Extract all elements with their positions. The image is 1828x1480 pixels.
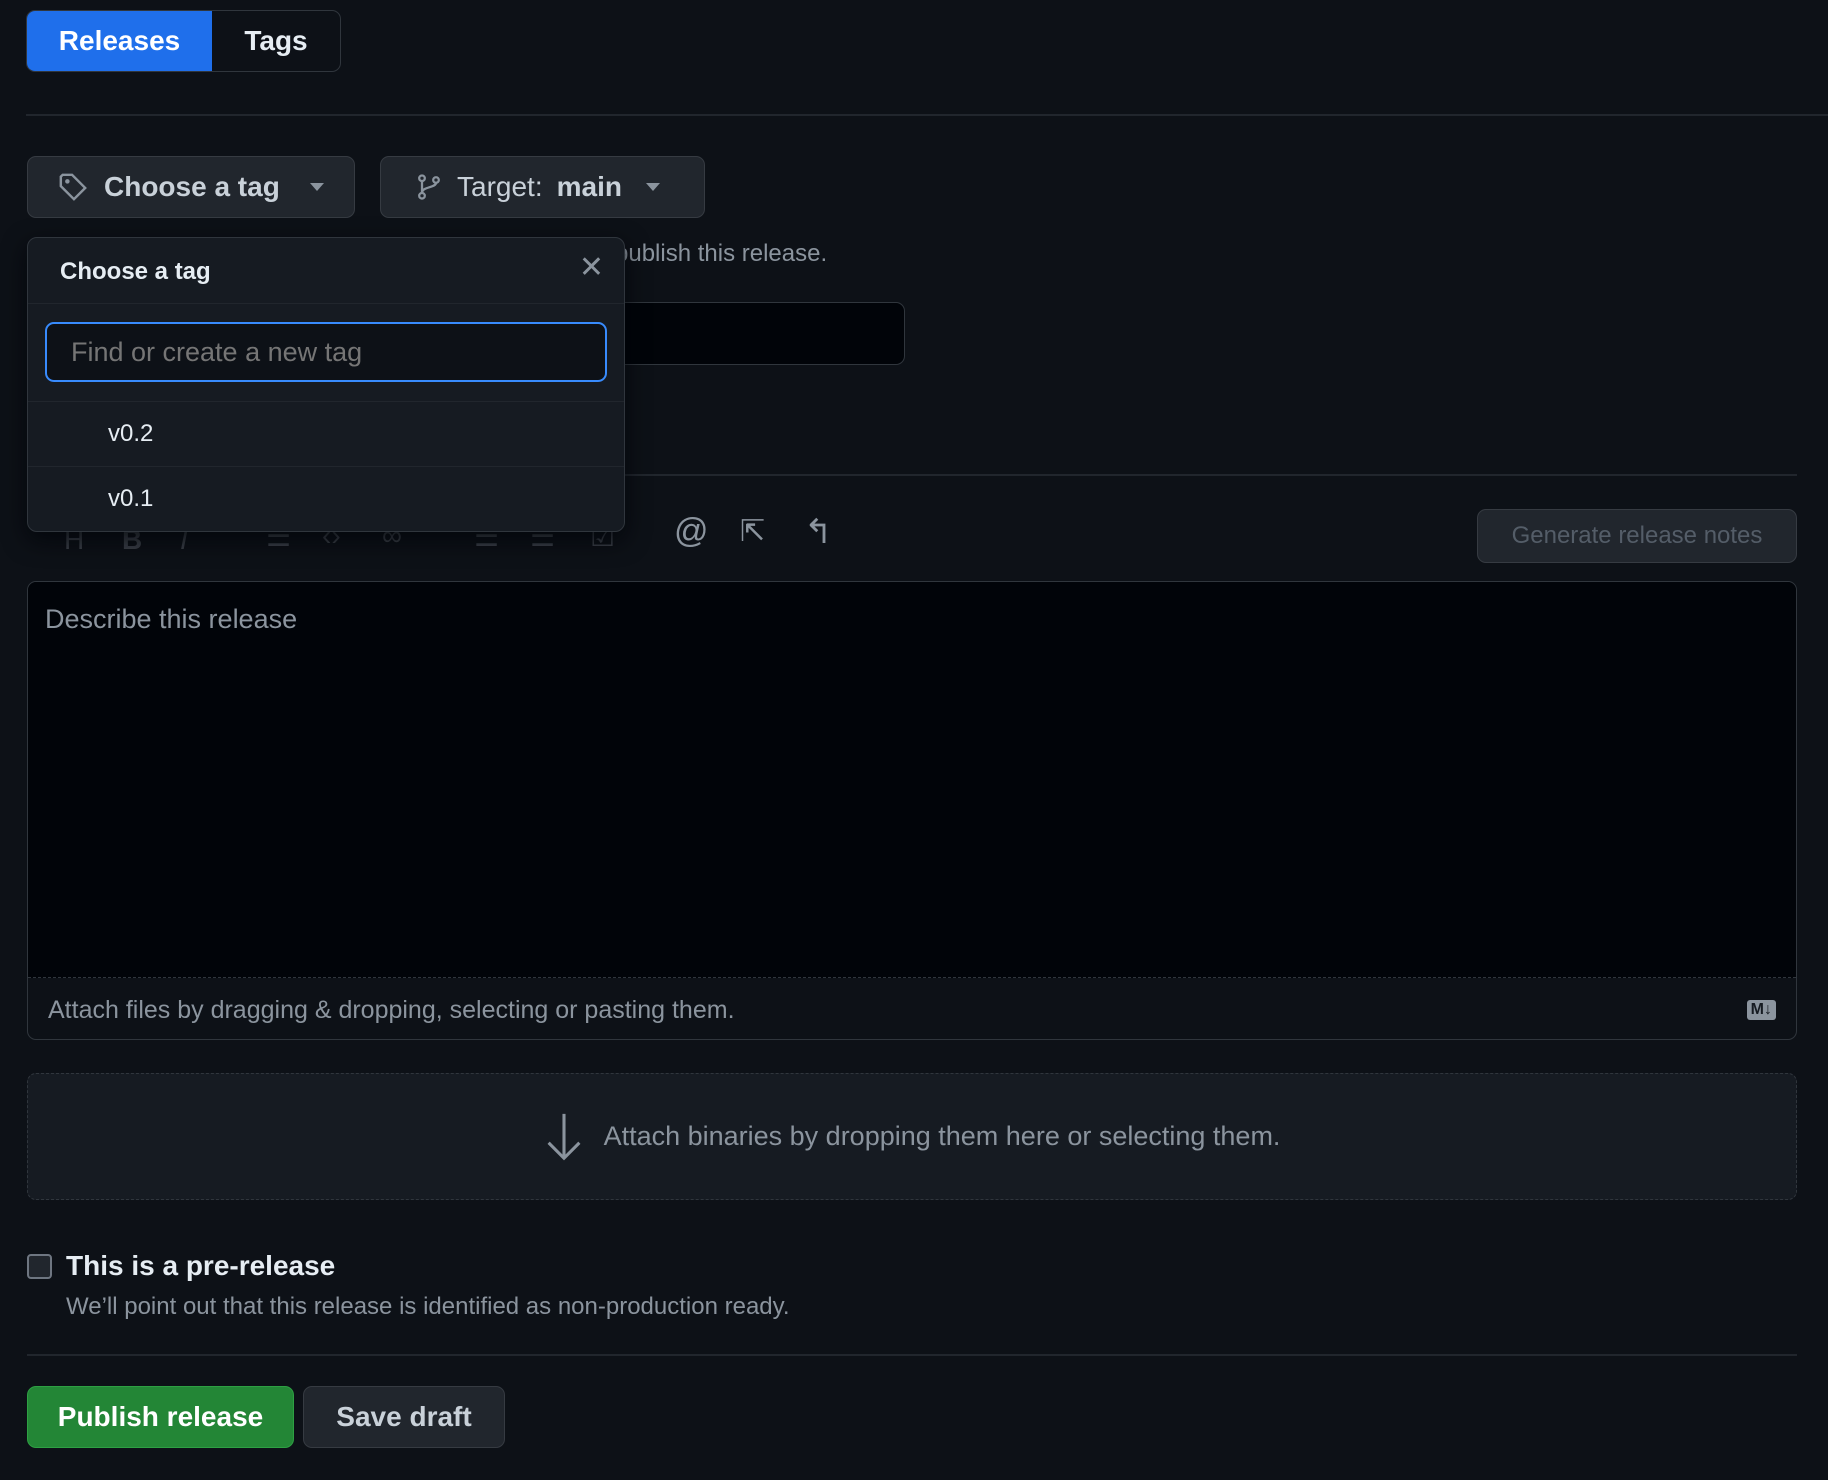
divider [27,1354,1797,1356]
choose-tag-popup: Choose a tag ✕ v0.2 v0.1 [27,237,625,532]
markdown-icon: M↓ [1746,1000,1776,1020]
description-textarea[interactable]: Describe this release [28,582,1796,978]
arrow-down-icon [547,1113,581,1160]
binaries-dropzone[interactable]: Attach binaries by dropping them here or… [27,1073,1797,1200]
cross-reference-icon[interactable]: ⇱ [740,514,765,549]
close-icon[interactable]: ✕ [579,250,604,285]
divider [28,303,624,304]
prerelease-label[interactable]: This is a pre-release [66,1250,335,1282]
tag-search-input[interactable] [45,322,607,382]
tag-icon [59,173,87,201]
tag-option-v0-2[interactable]: v0.2 [28,401,624,466]
tab-releases[interactable]: Releases [27,11,212,71]
divider [26,114,1828,116]
publish-release-button[interactable]: Publish release [27,1386,294,1448]
caret-down-icon [645,183,660,191]
git-branch-icon [418,174,440,200]
prerelease-checkbox[interactable] [27,1254,52,1279]
tag-option-v0-1[interactable]: v0.1 [28,466,624,531]
save-draft-button[interactable]: Save draft [303,1386,505,1448]
description-placeholder: Describe this release [45,604,298,634]
target-branch: main [556,171,622,202]
release-tabs: Releases Tags [26,10,341,72]
helper-text: publish this release. [615,240,828,267]
target-prefix: Target: [457,171,543,202]
reply-icon[interactable]: ↰ [804,512,833,552]
target-branch-button[interactable]: Target: main [380,156,705,218]
popup-title: Choose a tag [60,258,211,285]
description-editor: Describe this release Attach files by dr… [27,581,1797,1040]
choose-tag-button[interactable]: Choose a tag [27,156,355,218]
caret-down-icon [309,183,324,191]
prerelease-description: We’ll point out that this release is ide… [66,1293,790,1320]
tab-tags[interactable]: Tags [212,11,340,71]
mention-icon[interactable]: @ [674,512,709,551]
choose-tag-label: Choose a tag [104,171,280,202]
generate-release-notes-button[interactable]: Generate release notes [1477,509,1797,563]
attach-files-text[interactable]: Attach files by dragging & dropping, sel… [48,996,735,1025]
binaries-text: Attach binaries by dropping them here or… [603,1121,1281,1151]
